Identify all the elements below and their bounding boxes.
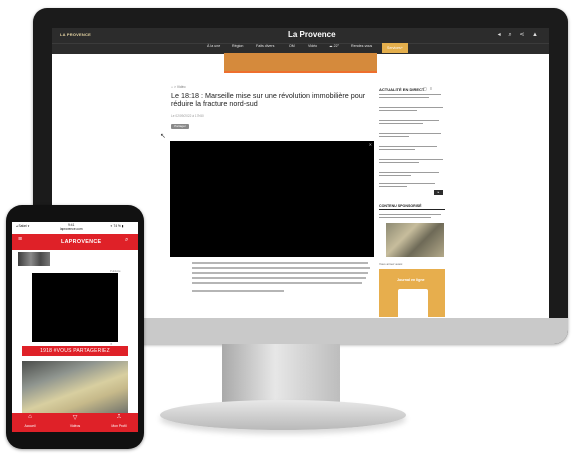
- tablet-image: [398, 289, 428, 317]
- news-item[interactable]: [379, 107, 443, 109]
- news-item[interactable]: [379, 175, 411, 177]
- status-left: ◂ Safari ▾: [16, 224, 30, 228]
- tab-profile[interactable]: Mon Profil: [104, 424, 134, 428]
- news-item[interactable]: [379, 186, 407, 188]
- view-toggle-icon[interactable]: ▢ ≡: [423, 86, 433, 91]
- section-banner[interactable]: 1918 #VOUS PARTAGERIEZ: [22, 346, 128, 356]
- more-news-button[interactable]: ▸: [434, 190, 443, 195]
- article-photo[interactable]: [22, 361, 128, 415]
- video-player[interactable]: ✕: [170, 141, 374, 257]
- mouse-cursor-icon: ↖: [160, 133, 166, 140]
- nav-item-weather[interactable]: ☁ 22°: [329, 44, 339, 48]
- divider: [379, 209, 445, 210]
- nav-item-video[interactable]: Vidéo: [308, 44, 317, 48]
- news-item[interactable]: [379, 120, 439, 122]
- close-icon[interactable]: ✕: [369, 142, 372, 147]
- news-item[interactable]: [379, 133, 441, 135]
- top-ad-banner[interactable]: [224, 53, 377, 73]
- monitor-stand-base: [160, 400, 406, 430]
- site-logo[interactable]: La Provence: [288, 30, 336, 39]
- sponsored-image[interactable]: [386, 223, 444, 257]
- sponsored-text-line[interactable]: [379, 217, 431, 219]
- article-thumbnail[interactable]: [18, 252, 50, 266]
- article-text-line: [192, 290, 284, 292]
- article-text-line: [192, 277, 366, 279]
- monitor-stand-neck: [222, 344, 340, 404]
- news-item[interactable]: [379, 94, 441, 96]
- brand-left-logo[interactable]: LA PROVENCE: [60, 32, 91, 37]
- nav-item-faits-divers[interactable]: Faits divers: [256, 44, 274, 48]
- video-icon[interactable]: ▽: [60, 414, 90, 421]
- status-url[interactable]: 9:41 laprovence.com: [60, 223, 83, 231]
- article-dateline: Le 02/09/2022 à 17h50: [171, 114, 204, 118]
- news-item[interactable]: [379, 136, 409, 138]
- article-text-line: [192, 267, 370, 269]
- news-item[interactable]: [379, 162, 419, 164]
- news-item[interactable]: [379, 110, 417, 112]
- live-news-title: ACTUALITÉ EN DIRECT: [379, 87, 425, 92]
- news-item[interactable]: [379, 183, 435, 185]
- article-text-line: [192, 272, 368, 274]
- menu-icon[interactable]: ≡: [18, 236, 22, 243]
- news-item[interactable]: [379, 149, 415, 151]
- nav-item-region[interactable]: Région: [232, 44, 243, 48]
- share-button[interactable]: Partager: [171, 124, 189, 129]
- profile-icon[interactable]: ⎍: [104, 414, 134, 421]
- promo-title: Journal en ligne: [397, 278, 425, 282]
- sponsored-title: CONTENU SPONSORISÉ: [379, 204, 422, 208]
- mobile-logo[interactable]: LAPROVENCE: [61, 239, 101, 245]
- header-icons[interactable]: ◂ ⌕ ⋖ ▲: [498, 31, 541, 39]
- ad-video-block[interactable]: [32, 273, 118, 342]
- search-icon[interactable]: ⌕: [125, 237, 128, 244]
- article-text-line: [192, 282, 362, 284]
- tab-accueil[interactable]: Accueil: [15, 424, 45, 428]
- status-right: ✦ 74 % ▮: [110, 224, 124, 228]
- news-item[interactable]: [379, 97, 429, 99]
- news-item[interactable]: [379, 172, 439, 174]
- news-item[interactable]: [379, 123, 423, 125]
- home-icon[interactable]: ⌂: [15, 414, 45, 420]
- nav-item-une[interactable]: À la une: [207, 44, 220, 48]
- nav-item-om[interactable]: OM: [289, 44, 295, 48]
- article-headline: Le 18:18 : Marseille mise sur une révolu…: [171, 91, 366, 109]
- nav-item-rendez-vous[interactable]: Rendez-vous: [351, 44, 372, 48]
- tab-videos[interactable]: Vidéos: [60, 424, 90, 428]
- news-item[interactable]: [379, 146, 437, 148]
- services-button[interactable]: Services+: [382, 43, 408, 53]
- news-item[interactable]: [379, 159, 443, 161]
- phone-screen: ◂ Safari ▾ 9:41 laprovence.com ✦ 74 % ▮ …: [12, 222, 138, 432]
- breadcrumb[interactable]: ⌂ > Vidéo: [171, 85, 186, 89]
- article-text-line: [192, 262, 368, 264]
- sponsored-label: Vous aimez aussi: [379, 262, 403, 266]
- sponsored-text-line[interactable]: [379, 214, 441, 216]
